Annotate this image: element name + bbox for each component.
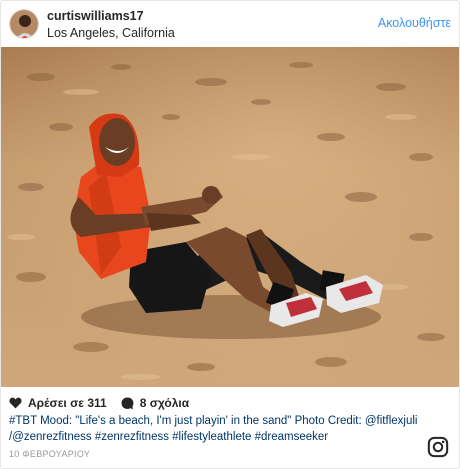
- post-date[interactable]: 10 ΦΕΒΡΟΥΑΡΙΟΥ: [9, 448, 90, 460]
- beach-photo-image: [1, 47, 459, 387]
- likes-count: Αρέσει σε 311: [28, 396, 107, 410]
- follow-button[interactable]: Ακολουθήστε: [378, 15, 451, 31]
- engagement-bar: Αρέσει σε 311 8 σχόλια: [9, 395, 203, 411]
- post-photo[interactable]: [1, 47, 459, 387]
- user-block: curtiswilliams17 Los Angeles, California: [47, 9, 175, 41]
- comment-bubble-icon: [121, 397, 134, 409]
- likes-group[interactable]: Αρέσει σε 311: [9, 396, 107, 410]
- username-link[interactable]: curtiswilliams17: [47, 9, 175, 24]
- post-caption[interactable]: #TBT Mood: "Life's a beach, I'm just pla…: [9, 413, 421, 445]
- comments-count: 8 σχόλια: [139, 396, 190, 410]
- avatar[interactable]: [9, 9, 39, 39]
- post-header: curtiswilliams17 Los Angeles, California…: [1, 1, 459, 47]
- comments-group[interactable]: 8 σχόλια: [121, 396, 189, 410]
- instagram-logo-icon[interactable]: [427, 436, 449, 458]
- location-link[interactable]: Los Angeles, California: [47, 25, 175, 41]
- heart-icon: [9, 397, 22, 409]
- instagram-embed-card: curtiswilliams17 Los Angeles, California…: [0, 0, 460, 469]
